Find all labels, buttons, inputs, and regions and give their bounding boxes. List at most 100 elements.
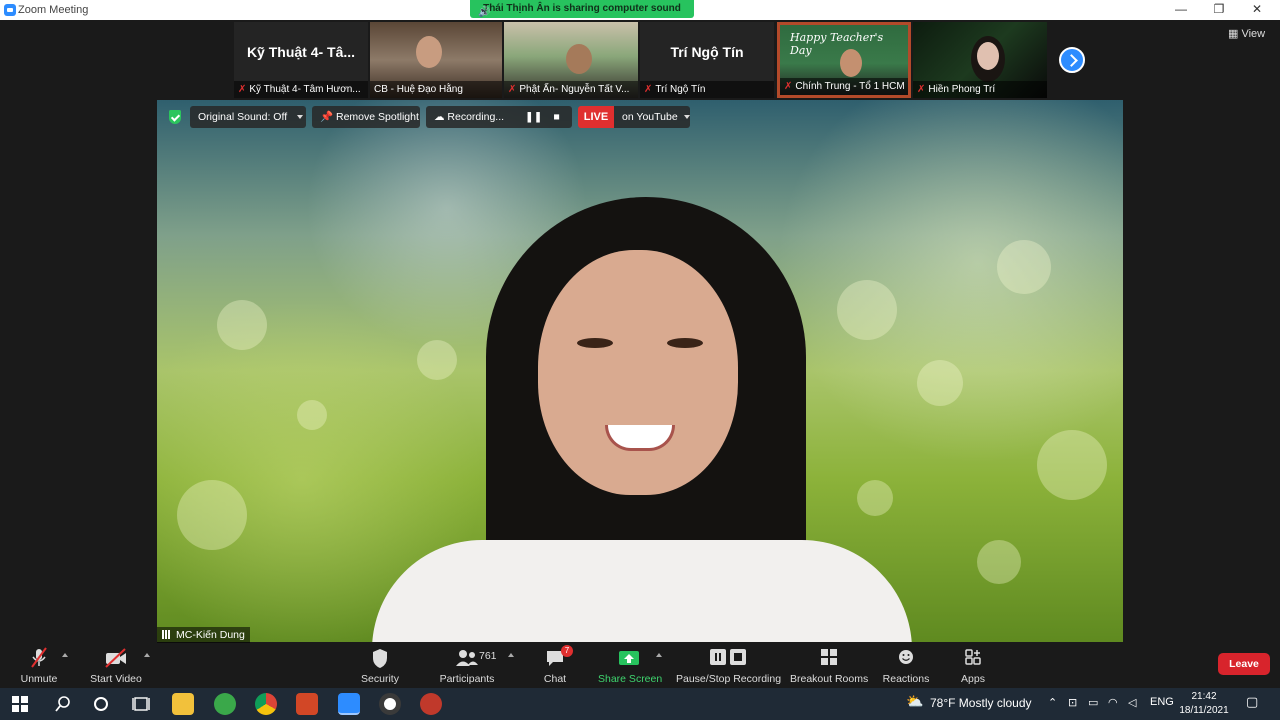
bokeh-light	[1037, 430, 1107, 500]
chevron-down-icon	[683, 115, 690, 120]
speaker-eye	[667, 338, 703, 348]
bokeh-light	[217, 300, 267, 350]
maximize-icon[interactable]: ❐	[1204, 2, 1234, 16]
clock-date: 18/11/2021	[1179, 705, 1229, 716]
participant-name: Phật Ấn- Nguyễn Tất V...	[519, 84, 630, 95]
share-options-chevron-icon[interactable]	[656, 653, 662, 657]
meeting-controls-bar: Unmute Start Video Security 761 Particip…	[0, 643, 1280, 688]
participants-button[interactable]: 761 Participants	[436, 647, 498, 685]
participant-strip: Kỹ Thuật 4- Tâ... ✗ Kỹ Thuật 4- Tâm Hươn.…	[0, 20, 1280, 100]
apps-icon	[964, 647, 982, 669]
wifi-icon[interactable]: ◠	[1108, 696, 1118, 709]
weather-status[interactable]: 78°F Mostly cloudy	[930, 696, 1032, 710]
pause-stop-icon	[708, 647, 748, 669]
view-button[interactable]: ▦ View	[1228, 27, 1265, 40]
unmute-button[interactable]: Unmute	[16, 647, 62, 685]
powerpoint-icon[interactable]	[296, 693, 318, 715]
zoom-logo-icon	[4, 4, 16, 16]
stop-recording-icon[interactable]: ■	[554, 111, 560, 123]
participants-options-chevron-icon[interactable]	[508, 653, 514, 657]
participant-name: Trí Ngộ Tín	[655, 84, 706, 95]
video-options-chevron-icon[interactable]	[144, 653, 150, 657]
notifications-icon[interactable]: ▢	[1246, 694, 1258, 710]
participant-tile[interactable]: Trí Ngộ Tín ✗ Trí Ngộ Tín	[640, 22, 774, 98]
start-video-button[interactable]: Start Video	[88, 647, 144, 685]
participant-display-name: Trí Ngộ Tín	[670, 44, 744, 60]
clock-time: 21:42	[1191, 691, 1217, 702]
chrome-icon[interactable]	[255, 693, 277, 715]
muted-mic-icon: ✗	[784, 81, 793, 92]
file-explorer-icon[interactable]	[172, 693, 194, 715]
participant-name: Chính Trung - Tổ 1 HCM	[795, 81, 905, 92]
battery-icon[interactable]: ▭	[1088, 696, 1098, 709]
windows-start-icon[interactable]	[10, 694, 30, 714]
bokeh-light	[297, 400, 327, 430]
recording-indicator: ☁ Recording... ❚❚ ■	[426, 106, 572, 128]
bokeh-light	[977, 540, 1021, 584]
pause-recording-icon[interactable]: ❚❚	[525, 111, 543, 123]
bokeh-light	[417, 340, 457, 380]
breakout-rooms-button[interactable]: Breakout Rooms	[790, 647, 868, 685]
pause-stop-recording-button[interactable]: Pause/Stop Recording	[676, 647, 781, 685]
speaker-shirt	[372, 540, 912, 642]
apps-button[interactable]: Apps	[956, 647, 990, 685]
participant-name: Hiền Phong Trí	[928, 84, 996, 95]
chat-button[interactable]: 7 Chat	[536, 645, 574, 685]
security-button[interactable]: Security	[356, 647, 404, 685]
shield-icon	[372, 647, 388, 669]
speaker-eye	[577, 338, 613, 348]
cloud-recording-icon: ☁	[434, 111, 445, 123]
task-view-icon[interactable]	[130, 693, 152, 715]
participants-icon: 761	[437, 647, 497, 669]
sound-share-banner: 🔊 Thái Thịnh Ân is sharing computer soun…	[470, 0, 694, 18]
live-on-youtube-dropdown[interactable]: on YouTube	[614, 106, 690, 128]
minimize-icon[interactable]: —	[1166, 2, 1196, 16]
participant-tile[interactable]: Kỹ Thuật 4- Tâ... ✗ Kỹ Thuật 4- Tâm Hươn.…	[234, 22, 368, 98]
main-speaker-name-tag: MC-Kiến Dung	[157, 627, 250, 643]
volume-icon[interactable]: ◁	[1128, 696, 1136, 709]
app-icon[interactable]	[214, 693, 236, 715]
participant-tile[interactable]: ✗ Phật Ấn- Nguyễn Tất V...	[504, 22, 638, 98]
smiley-reaction-icon	[897, 647, 915, 669]
participant-tile[interactable]: Happy Teacher's Day ✗ Chính Trung - Tổ 1 …	[777, 22, 911, 98]
chat-bubble-icon: 7	[545, 645, 573, 669]
participant-display-name: Kỹ Thuật 4- Tâ...	[246, 44, 356, 60]
cortana-icon[interactable]	[90, 693, 112, 715]
media-player-icon[interactable]	[379, 693, 401, 715]
language-indicator[interactable]: ENG	[1150, 696, 1174, 708]
bokeh-light	[837, 280, 897, 340]
system-clock[interactable]: 21:42 18/11/2021	[1176, 690, 1232, 718]
participant-name: CB - Huệ Đạo Hằng	[374, 84, 463, 95]
grid-view-icon: ▦	[1228, 28, 1242, 40]
sound-share-text: Thái Thịnh Ân is sharing computer sound	[483, 3, 681, 14]
search-icon[interactable]	[52, 693, 74, 715]
audio-options-chevron-icon[interactable]	[62, 653, 68, 657]
app-icon[interactable]	[420, 693, 442, 715]
pin-icon: 📌	[320, 111, 334, 123]
security-shield-icon[interactable]	[169, 110, 181, 124]
muted-mic-icon: ✗	[917, 84, 926, 95]
reactions-button[interactable]: Reactions	[882, 647, 930, 685]
zoom-taskbar-icon[interactable]	[338, 693, 360, 715]
video-off-icon	[104, 647, 128, 669]
share-screen-icon	[619, 647, 639, 669]
original-sound-toggle[interactable]: Original Sound: Off	[190, 106, 306, 128]
participant-tile[interactable]: CB - Huệ Đạo Hằng	[370, 22, 502, 98]
participant-tile[interactable]: ✗ Hiền Phong Trí	[913, 22, 1047, 98]
next-page-button[interactable]	[1059, 47, 1085, 73]
participant-video	[840, 49, 862, 77]
tray-expand-icon[interactable]: ⌃	[1048, 696, 1057, 709]
leave-button[interactable]: Leave	[1218, 653, 1270, 675]
close-icon[interactable]: ✕	[1242, 2, 1272, 16]
participant-video	[977, 42, 999, 70]
network-icon[interactable]: ⊡	[1068, 696, 1077, 709]
share-screen-button[interactable]: Share Screen	[598, 647, 662, 685]
remove-spotlight-button[interactable]: 📌 Remove Spotlight	[312, 106, 420, 128]
signal-strength-icon	[162, 630, 172, 639]
bokeh-light	[177, 480, 247, 550]
chevron-down-icon	[297, 115, 304, 120]
main-speaker-video	[157, 100, 1123, 642]
participant-video	[566, 44, 592, 74]
bokeh-light	[857, 480, 893, 516]
muted-microphone-icon	[31, 647, 47, 669]
